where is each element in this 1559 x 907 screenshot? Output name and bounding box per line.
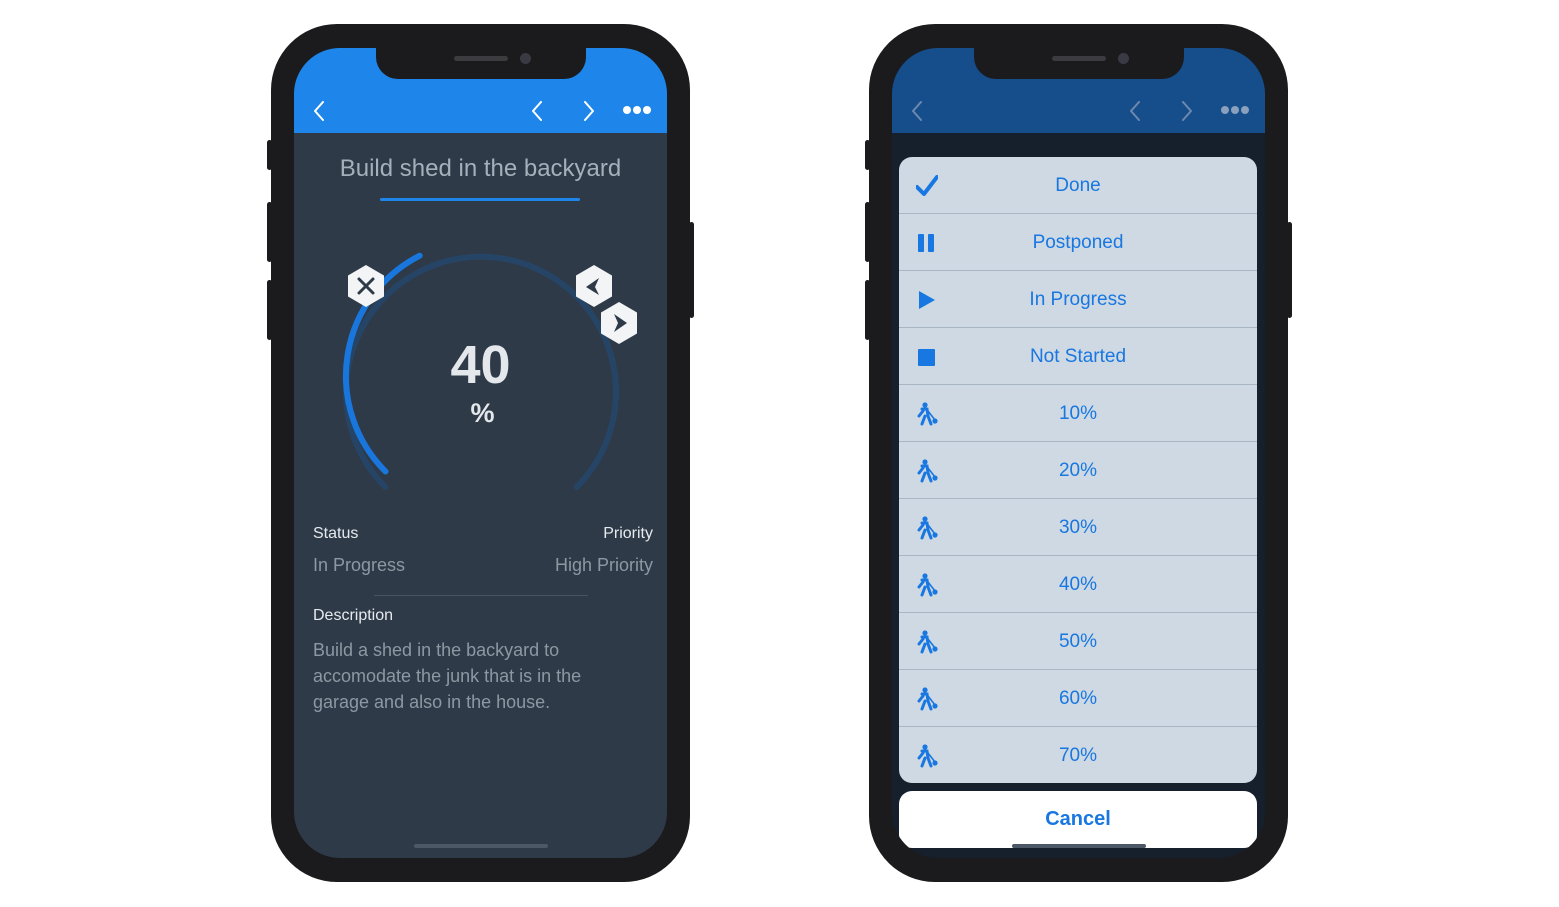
speaker xyxy=(454,56,508,61)
option-done[interactable]: Done xyxy=(899,157,1257,214)
task-detail-screen: Build shed in the backyard 40 % Status I… xyxy=(294,48,667,858)
option-label: Postponed xyxy=(1032,232,1124,253)
phone-frame-left: Build shed in the backyard 40 % Status I… xyxy=(267,24,694,882)
notch xyxy=(974,48,1184,79)
home-indicator[interactable] xyxy=(414,844,548,848)
option-40-percent[interactable]: 40% xyxy=(899,556,1257,613)
back-chevron-icon xyxy=(912,101,922,121)
priority-label: Priority xyxy=(603,525,653,542)
notch xyxy=(376,48,586,79)
mute-switch xyxy=(267,140,272,170)
volume-down-button xyxy=(267,280,272,340)
title-underline xyxy=(380,198,580,201)
camera xyxy=(520,53,531,64)
option-label: Not Started xyxy=(1029,346,1127,367)
cancel-button[interactable]: Cancel xyxy=(899,791,1257,848)
option-label: 30% xyxy=(1058,517,1098,538)
option-label: 20% xyxy=(1058,460,1098,481)
option-label: In Progress xyxy=(1029,289,1127,310)
status-value[interactable]: In Progress xyxy=(313,555,405,576)
option-label: 70% xyxy=(1058,745,1098,766)
back-chevron-icon[interactable] xyxy=(313,101,325,121)
option-label: Done xyxy=(1055,175,1101,196)
power-button xyxy=(1287,222,1292,318)
option-label: 10% xyxy=(1058,403,1098,424)
more-dots-icon[interactable] xyxy=(623,105,651,115)
option-postponed[interactable]: Postponed xyxy=(899,214,1257,271)
option-label: 50% xyxy=(1058,631,1098,652)
power-button xyxy=(689,222,694,318)
status-action-sheet: Done Postponed In Progress Not Started 1… xyxy=(899,157,1257,783)
option-70-percent[interactable]: 70% xyxy=(899,727,1257,783)
status-picker-screen: Done Postponed In Progress Not Started 1… xyxy=(892,48,1265,858)
option-not-started[interactable]: Not Started xyxy=(899,328,1257,385)
status-label: Status xyxy=(313,525,359,542)
close-hex-icon[interactable] xyxy=(346,264,386,308)
option-20-percent[interactable]: 20% xyxy=(899,442,1257,499)
phone-frame-right: Done Postponed In Progress Not Started 1… xyxy=(865,24,1292,882)
next-hex-icon[interactable] xyxy=(599,301,639,345)
section-divider xyxy=(374,595,588,596)
next-task-icon xyxy=(1182,101,1192,121)
camera xyxy=(1118,53,1129,64)
volume-up-button xyxy=(865,202,870,262)
option-label: 60% xyxy=(1058,688,1098,709)
option-30-percent[interactable]: 30% xyxy=(899,499,1257,556)
mute-switch xyxy=(865,140,870,170)
option-in-progress[interactable]: In Progress xyxy=(899,271,1257,328)
volume-down-button xyxy=(865,280,870,340)
description-text: Build a shed in the backyard to accomoda… xyxy=(313,640,582,712)
task-title: Build shed in the backyard xyxy=(339,155,622,182)
option-60-percent[interactable]: 60% xyxy=(899,670,1257,727)
option-50-percent[interactable]: 50% xyxy=(899,613,1257,670)
next-task-icon[interactable] xyxy=(583,101,595,121)
option-label: 40% xyxy=(1058,574,1098,595)
previous-task-icon xyxy=(1130,101,1140,121)
more-dots-icon xyxy=(1221,106,1249,114)
option-10-percent[interactable]: 10% xyxy=(899,385,1257,442)
home-indicator[interactable] xyxy=(1012,844,1146,848)
volume-up-button xyxy=(267,202,272,262)
previous-task-icon[interactable] xyxy=(531,101,543,121)
priority-value[interactable]: High Priority xyxy=(555,555,653,576)
description-label: Description xyxy=(313,607,394,624)
speaker xyxy=(1052,56,1106,61)
progress-unit: % xyxy=(470,398,495,428)
